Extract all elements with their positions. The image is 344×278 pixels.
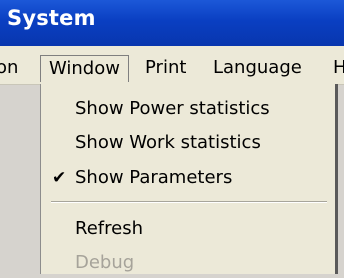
window-title: System	[7, 6, 96, 30]
menu-option-show-work-statistics[interactable]: Show Work statistics	[75, 128, 261, 158]
menu-separator	[51, 201, 327, 203]
menu-item-window[interactable]: Window	[40, 55, 129, 82]
menu-option-show-parameters[interactable]: Show Parameters	[75, 163, 232, 193]
menu-item-help[interactable]: H	[333, 55, 344, 81]
menu-bar: on Window Print Language H	[0, 46, 344, 85]
menu-option-debug: Debug	[75, 252, 135, 273]
menu-item-print[interactable]: Print	[145, 55, 186, 81]
window-menu-dropdown: Show Power statistics Show Work statisti…	[40, 84, 338, 274]
menu-item-language[interactable]: Language	[213, 55, 302, 81]
checkmark-icon: ✔	[52, 168, 67, 188]
menu-item-on[interactable]: on	[0, 55, 18, 81]
title-bar: System	[0, 0, 344, 46]
menu-option-show-power-statistics[interactable]: Show Power statistics	[75, 94, 270, 124]
menu-option-refresh[interactable]: Refresh	[75, 214, 143, 244]
